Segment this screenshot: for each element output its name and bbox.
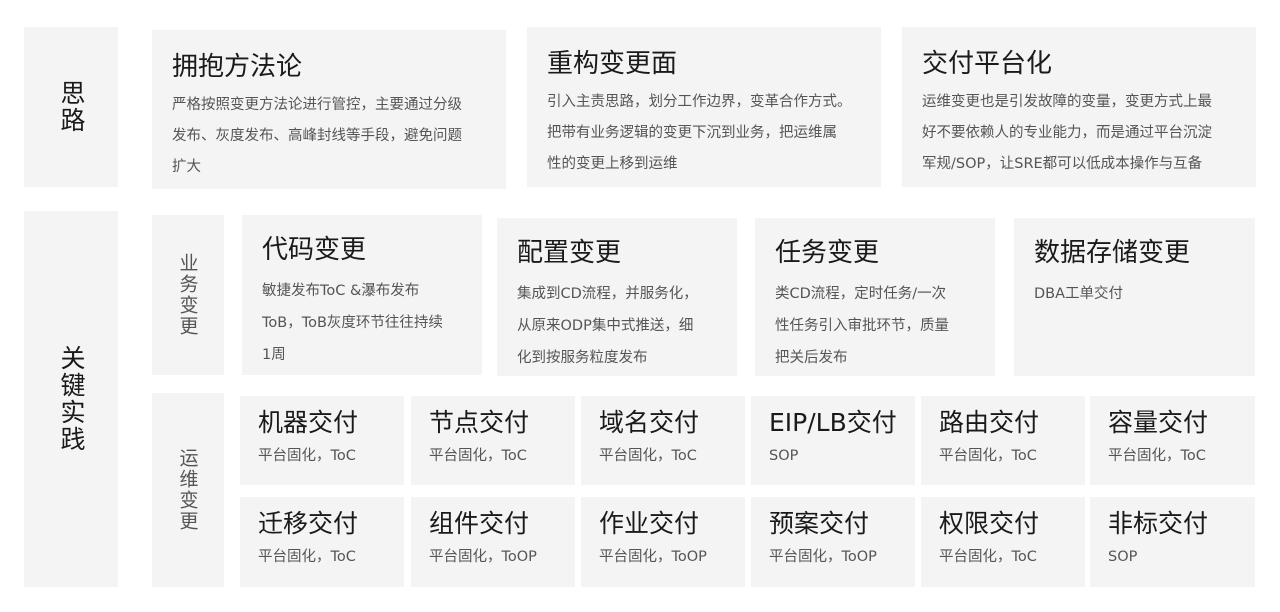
card-description: 平台固化，ToC [1108,448,1206,464]
ops-card-permission: 权限交付 平台固化，ToC [921,497,1085,587]
card-title: 非标交付 [1108,509,1209,538]
card-description: 平台固化，ToOP [429,549,537,565]
card-title: 拥抱方法论 [172,52,303,82]
business-card-code-change: 代码变更 敏捷发布ToC &瀑布发布 ToB，ToB灰度环节往往持续 1周 [242,215,482,375]
card-description: SOP [1108,549,1138,565]
desc-line: 敏捷发布ToC &瀑布发布 [262,283,420,299]
ops-card-contingency-plan: 预案交付 平台固化，ToOP [751,497,915,587]
card-description: 平台固化，ToC [258,549,356,565]
ops-card-migration: 迁移交付 平台固化，ToC [240,497,404,587]
desc-line: 性的变更上移到运维 [547,156,678,172]
card-description: 运维变更也是引发故障的变量，变更方式上最 好不要依赖人的专业能力，而是通过平台沉… [922,87,1238,180]
card-description: 引入主责思路，划分工作边界，变革合作方式。 把带有业务逻辑的变更下沉到业务，把运… [547,87,863,180]
card-title: 任务变更 [775,238,880,268]
desc-line: ToB，ToB灰度环节往往持续 [262,315,443,331]
key-practice-section-label: 关键实践 [24,211,118,587]
desc-line: 引入主责思路，划分工作边界，变革合作方式。 [547,94,852,110]
ops-card-eip-lb: EIP/LB交付 SOP [751,396,915,485]
thinking-card-restructure: 重构变更面 引入主责思路，划分工作边界，变革合作方式。 把带有业务逻辑的变更下沉… [527,27,881,187]
card-title: 代码变更 [262,235,367,265]
card-description: 平台固化，ToC [939,549,1037,565]
desc-line: 好不要依赖人的专业能力，而是通过平台沉淀 [922,125,1212,141]
ops-card-node: 节点交付 平台固化，ToC [411,396,575,485]
card-title: 配置变更 [517,238,622,268]
card-description: 平台固化，ToC [429,448,527,464]
business-card-storage-change: 数据存储变更 DBA工单交付 [1014,218,1255,376]
thinking-card-platform: 交付平台化 运维变更也是引发故障的变量，变更方式上最 好不要依赖人的专业能力，而… [902,27,1256,187]
desc-line: 扩大 [172,159,201,175]
card-description: 集成到CD流程，并服务化， 从原来ODP集中式推送，细 化到按服务粒度发布 [517,278,719,374]
card-title: 重构变更面 [547,49,678,79]
card-title: 节点交付 [429,408,530,437]
ops-card-machine: 机器交付 平台固化，ToC [240,396,404,485]
card-description: 平台固化，ToOP [769,549,877,565]
business-change-label: 业务变更 [152,215,224,375]
desc-line: 发布、灰度发布、高峰封线等手段，避免问题 [172,128,462,144]
card-title: 域名交付 [599,408,700,437]
card-title: 数据存储变更 [1034,238,1191,268]
desc-line: 把关后发布 [775,350,848,366]
ops-card-route: 路由交付 平台固化，ToC [921,396,1085,485]
desc-line: DBA工单交付 [1034,286,1124,302]
card-title: 路由交付 [939,408,1040,437]
desc-line: 军规/SOP，让SRE都可以低成本操作与互备 [922,156,1203,172]
ops-card-component: 组件交付 平台固化，ToOP [411,497,575,587]
desc-line: 从原来ODP集中式推送，细 [517,318,694,334]
card-description: 敏捷发布ToC &瀑布发布 ToB，ToB灰度环节往往持续 1周 [262,275,464,371]
ops-card-domain: 域名交付 平台固化，ToC [581,396,745,485]
card-title: 组件交付 [429,509,530,538]
desc-line: 性任务引入审批环节，质量 [775,318,949,334]
card-description: 平台固化，ToC [258,448,356,464]
card-title: 权限交付 [939,509,1040,538]
card-title: 预案交付 [769,509,870,538]
thinking-section-label: 思路 [24,27,118,187]
desc-line: 把带有业务逻辑的变更下沉到业务，把运维属 [547,125,837,141]
ops-change-label: 运维变更 [152,393,224,587]
business-card-task-change: 任务变更 类CD流程，定时任务/一次 性任务引入审批环节，质量 把关后发布 [755,218,995,376]
card-description: DBA工单交付 [1034,278,1237,310]
card-title: 交付平台化 [922,49,1053,79]
card-description: 平台固化，ToC [939,448,1037,464]
ops-card-nonstandard: 非标交付 SOP [1090,497,1255,587]
card-title: 机器交付 [258,408,359,437]
thinking-card-methodology: 拥抱方法论 严格按照变更方法论进行管控，主要通过分级 发布、灰度发布、高峰封线等… [152,30,506,189]
card-title: 迁移交付 [258,509,359,538]
card-description: SOP [769,448,799,464]
ops-card-job: 作业交付 平台固化，ToOP [581,497,745,587]
desc-line: 严格按照变更方法论进行管控，主要通过分级 [172,97,462,113]
card-title: 容量交付 [1108,408,1209,437]
card-title: EIP/LB交付 [769,408,897,437]
card-description: 平台固化，ToC [599,448,697,464]
card-title: 作业交付 [599,509,700,538]
desc-line: 化到按服务粒度发布 [517,350,648,366]
ops-card-capacity: 容量交付 平台固化，ToC [1090,396,1255,485]
desc-line: 类CD流程，定时任务/一次 [775,286,947,302]
desc-line: 集成到CD流程，并服务化， [517,286,698,302]
business-card-config-change: 配置变更 集成到CD流程，并服务化， 从原来ODP集中式推送，细 化到按服务粒度… [497,218,737,376]
desc-line: 运维变更也是引发故障的变量，变更方式上最 [922,94,1212,110]
card-description: 类CD流程，定时任务/一次 性任务引入审批环节，质量 把关后发布 [775,278,977,374]
desc-line: 1周 [262,347,286,363]
card-description: 严格按照变更方法论进行管控，主要通过分级 发布、灰度发布、高峰封线等手段，避免问… [172,90,488,183]
card-description: 平台固化，ToOP [599,549,707,565]
